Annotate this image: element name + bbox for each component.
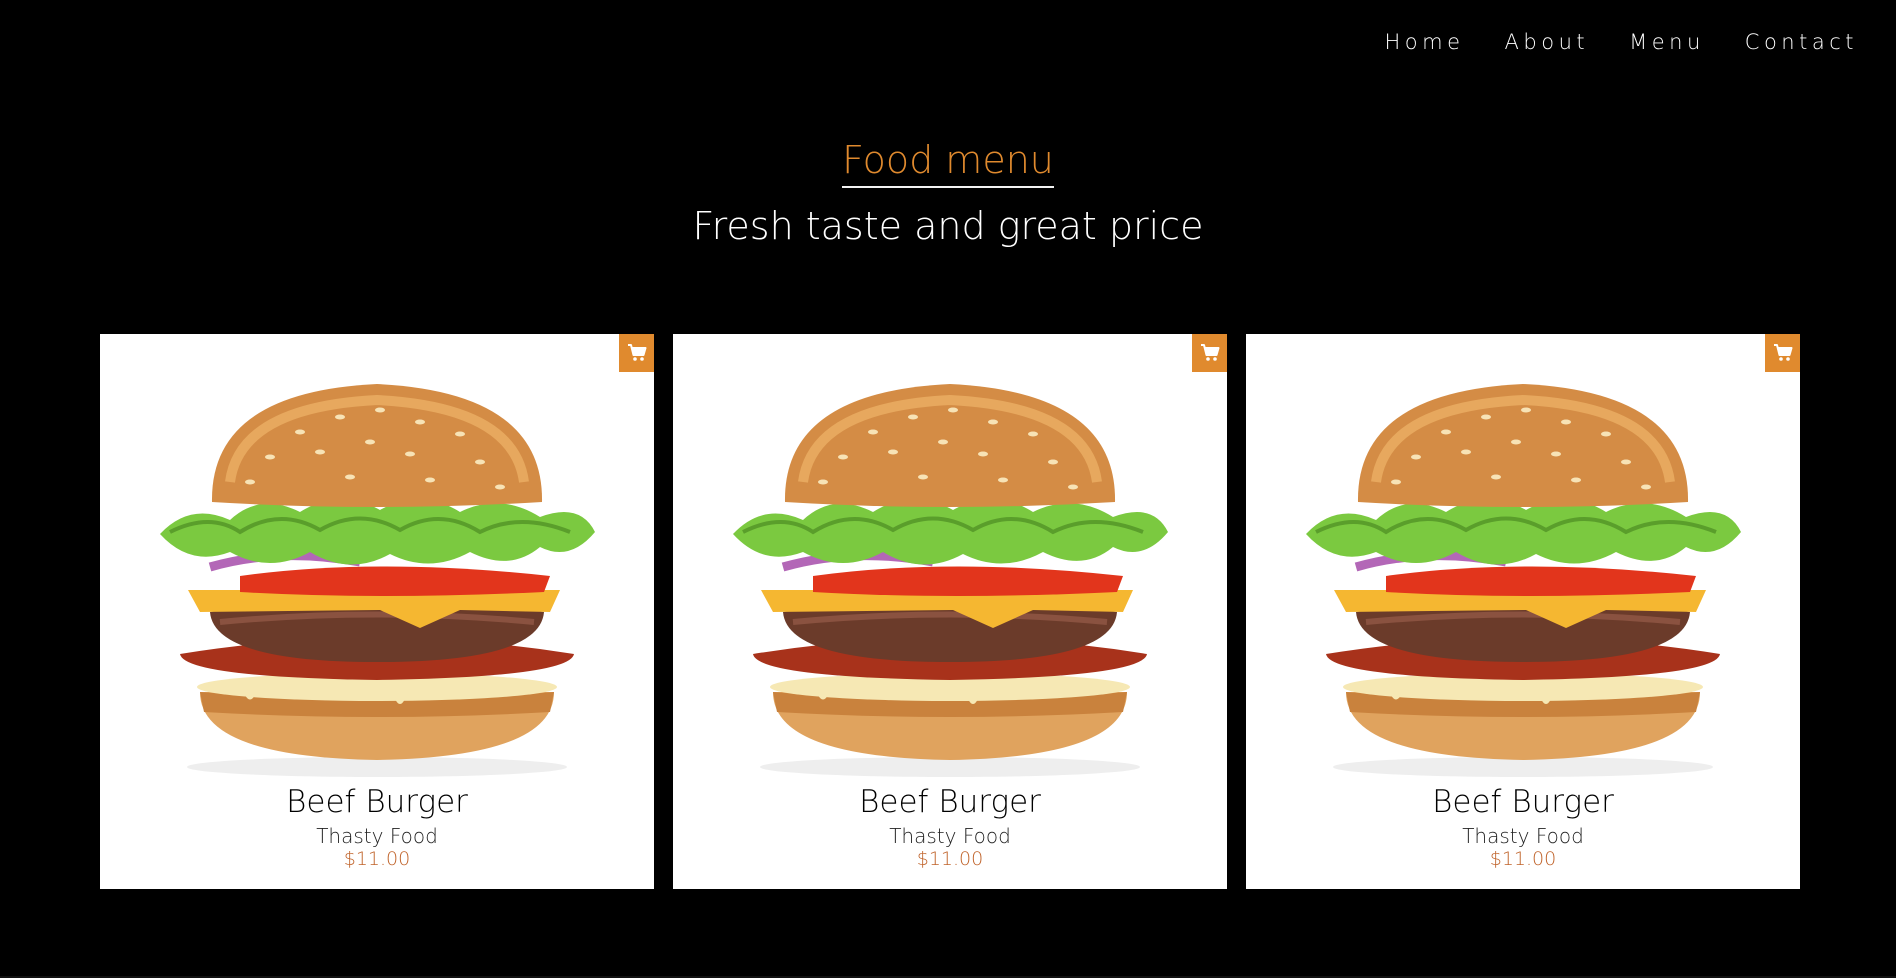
cart-icon xyxy=(1773,344,1792,361)
food-name: Beef Burger xyxy=(859,784,1041,820)
section-title: Food menu xyxy=(842,139,1054,188)
food-price: $11.00 xyxy=(916,848,984,870)
menu-heading: Food menu Fresh taste and great price xyxy=(0,139,1896,248)
add-to-cart-button[interactable] xyxy=(1192,334,1227,372)
menu-card[interactable]: Beef Burger Thasty Food $11.00 xyxy=(100,334,654,889)
burger-image xyxy=(1306,384,1741,777)
add-to-cart-button[interactable] xyxy=(619,334,654,372)
cart-icon xyxy=(1200,344,1219,361)
top-nav: Home About Menu Contact xyxy=(1385,30,1858,54)
burger-image xyxy=(160,384,595,777)
nav-contact[interactable]: Contact xyxy=(1745,30,1858,54)
burger-image xyxy=(733,384,1168,777)
food-description: Thasty Food xyxy=(316,824,438,848)
food-price: $11.00 xyxy=(343,848,411,870)
menu-cards: Beef Burger Thasty Food $11.00 Beef Burg… xyxy=(100,334,1800,889)
menu-card[interactable]: Beef Burger Thasty Food $11.00 xyxy=(673,334,1227,889)
nav-menu[interactable]: Menu xyxy=(1629,30,1705,54)
food-name: Beef Burger xyxy=(286,784,468,820)
cart-icon xyxy=(627,344,646,361)
food-price: $11.00 xyxy=(1489,848,1557,870)
nav-about[interactable]: About xyxy=(1505,30,1590,54)
food-description: Thasty Food xyxy=(889,824,1011,848)
add-to-cart-button[interactable] xyxy=(1765,334,1800,372)
menu-card[interactable]: Beef Burger Thasty Food $11.00 xyxy=(1246,334,1800,889)
page: Home About Menu Contact Food menu Fresh … xyxy=(0,0,1896,978)
nav-home[interactable]: Home xyxy=(1385,30,1465,54)
food-description: Thasty Food xyxy=(1462,824,1584,848)
food-name: Beef Burger xyxy=(1432,784,1614,820)
section-subtitle: Fresh taste and great price xyxy=(692,203,1204,248)
